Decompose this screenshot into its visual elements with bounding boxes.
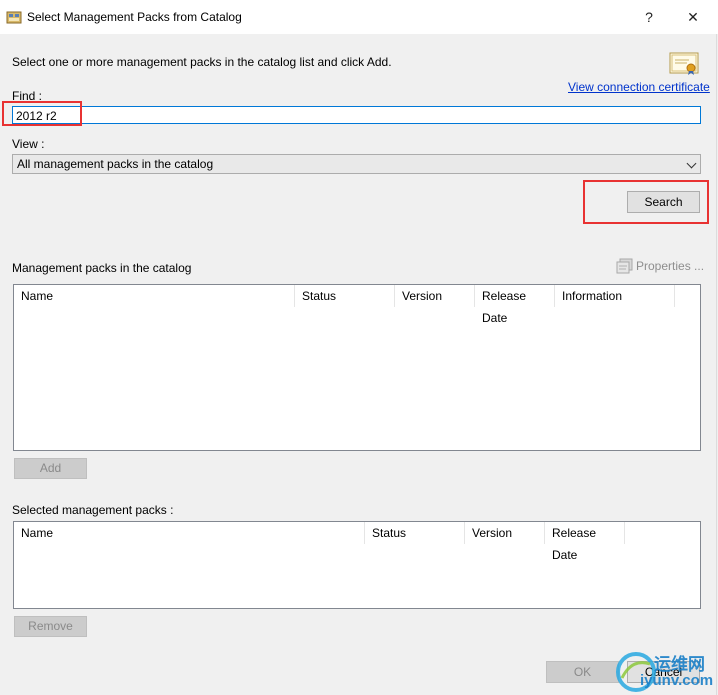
catalog-col-information[interactable]: Information bbox=[555, 285, 675, 307]
catalog-heading: Management packs in the catalog bbox=[12, 261, 192, 275]
view-certificate-link[interactable]: View connection certificate bbox=[568, 80, 710, 94]
certificate-icon bbox=[669, 52, 699, 75]
catalog-list[interactable]: Name Status Version Release Date Informa… bbox=[13, 284, 701, 451]
watermark-brand-url: iyunv.com bbox=[640, 672, 714, 689]
close-button[interactable]: ✕ bbox=[678, 5, 708, 29]
find-highlight-box bbox=[2, 101, 82, 126]
help-button[interactable]: ? bbox=[634, 5, 664, 29]
selected-col-status[interactable]: Status bbox=[365, 522, 465, 544]
selected-heading: Selected management packs : bbox=[12, 503, 174, 517]
window-edge bbox=[716, 34, 717, 695]
remove-button[interactable]: Remove bbox=[14, 616, 87, 637]
view-selected-value: All management packs in the catalog bbox=[17, 157, 214, 171]
catalog-col-release-date[interactable]: Release Date bbox=[475, 285, 555, 325]
search-highlight-box bbox=[583, 180, 709, 224]
catalog-col-name[interactable]: Name bbox=[14, 285, 295, 307]
selected-col-name[interactable]: Name bbox=[14, 522, 365, 544]
chevron-down-icon bbox=[686, 158, 697, 169]
find-input[interactable]: 2012 r2 bbox=[12, 106, 701, 124]
add-button[interactable]: Add bbox=[14, 458, 87, 479]
selected-list[interactable]: Name Status Version Release Date bbox=[13, 521, 701, 609]
properties-button[interactable]: Properties ... bbox=[636, 259, 704, 273]
catalog-col-version[interactable]: Version bbox=[395, 285, 475, 307]
selected-col-version[interactable]: Version bbox=[465, 522, 545, 544]
selected-col-release-date[interactable]: Release Date bbox=[545, 522, 625, 562]
view-dropdown[interactable]: All management packs in the catalog bbox=[12, 154, 701, 174]
management-pack-icon bbox=[6, 11, 22, 24]
window-title: Select Management Packs from Catalog bbox=[27, 10, 242, 24]
properties-icon bbox=[616, 258, 633, 274]
ok-button[interactable]: OK bbox=[546, 661, 619, 683]
watermark-logo: 运维网 iyunv.com bbox=[612, 646, 718, 695]
catalog-col-status[interactable]: Status bbox=[295, 285, 395, 307]
view-label: View : bbox=[12, 137, 45, 151]
instructions-text: Select one or more management packs in t… bbox=[12, 55, 392, 69]
